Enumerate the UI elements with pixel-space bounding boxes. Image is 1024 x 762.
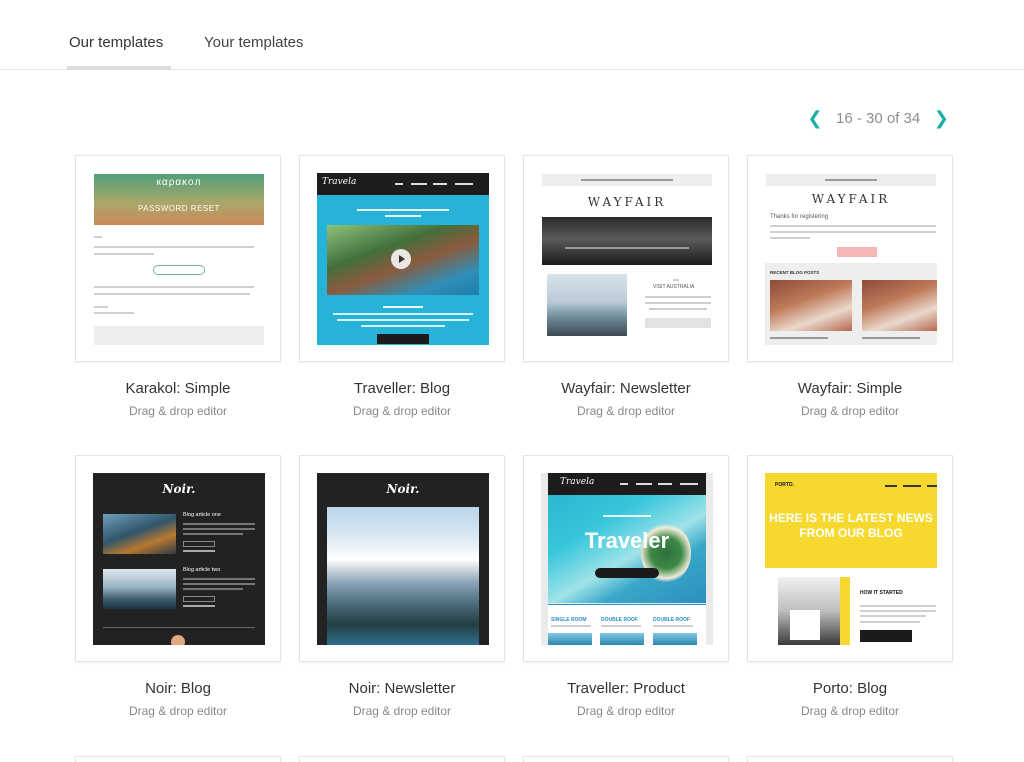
template-preview: WAYFAIR Thanks for registering RECENT BL… (765, 173, 937, 345)
template-subtitle: Drag & drop editor (576, 704, 676, 718)
preview-button (837, 247, 877, 257)
preview-logo: Travela (322, 177, 357, 187)
preview-article-title: Blog article one (183, 512, 221, 518)
template-card-porto-blog[interactable]: PORTO. HERE IS THE LATEST NEWS FROM OUR … (747, 455, 953, 662)
preview-nav: Travela (317, 173, 489, 195)
preview-button (645, 318, 711, 328)
template-subtitle: Drag & drop editor (352, 704, 452, 718)
template-title: Wayfair: Simple (797, 380, 903, 397)
preview-photo (770, 280, 852, 331)
preview-greeting: Thanks for registering (770, 214, 829, 220)
preview-banner: кαρακοл PASSWORD RESET (94, 174, 264, 225)
template-title: Traveller: Blog (353, 380, 451, 397)
template-title: Wayfair: Newsletter (561, 380, 691, 397)
template-title: Porto: Blog (812, 680, 888, 697)
template-subtitle: Drag & drop editor (800, 404, 900, 418)
template-subtitle: Drag & drop editor (352, 404, 452, 418)
template-preview: кαρακοл PASSWORD RESET (93, 173, 265, 345)
template-title: Karakol: Simple (125, 380, 231, 397)
preview-heading: HERE IS THE LATEST NEWS FROM OUR BLOG (769, 511, 933, 540)
preview-photo (548, 633, 592, 645)
preview-brand: кαρακοл (156, 177, 202, 188)
template-card-partial[interactable] (747, 756, 953, 762)
template-preview: Travela Traveler SINGLE ROOM DOUBLE ROOF… (541, 473, 713, 645)
preview-photo (103, 569, 176, 609)
template-preview: Travela (317, 173, 489, 345)
template-preview: Noir. (317, 473, 489, 645)
template-card-wayfair-newsletter[interactable]: WAYFAIR VISIT AUSTRALIA (523, 155, 729, 362)
pagination: ❮ 16 - 30 of 34 ❯ (806, 108, 950, 128)
template-card-partial[interactable] (523, 756, 729, 762)
preview-caption: VISIT AUSTRALIA (653, 284, 695, 290)
preview-button (595, 568, 659, 578)
preview-button (860, 630, 912, 642)
template-title: Traveller: Product (567, 680, 685, 697)
preview-logo: WAYFAIR (587, 195, 667, 209)
preview-button (153, 265, 205, 275)
preview-heading: Traveler (584, 528, 670, 553)
template-title: Noir: Newsletter (348, 680, 456, 697)
template-card-traveller-product[interactable]: Travela Traveler SINGLE ROOM DOUBLE ROOF… (523, 455, 729, 662)
preview-photo (547, 274, 627, 336)
active-tab-indicator (67, 66, 171, 70)
avatar (171, 635, 185, 645)
chevron-right-icon[interactable]: ❯ (932, 108, 950, 129)
chevron-left-icon[interactable]: ❮ (806, 108, 824, 129)
template-card-partial[interactable] (299, 756, 505, 762)
preview-section: RECENT BLOG POSTS (770, 270, 820, 275)
preview-logo: PORTO. (775, 482, 795, 488)
preview-product-label: SINGLE ROOM (551, 617, 587, 623)
preview-photo (103, 514, 176, 554)
preview-photo (600, 633, 644, 645)
template-preview: WAYFAIR VISIT AUSTRALIA (541, 173, 713, 345)
preview-hero (542, 217, 712, 265)
preview-logo: Noir. (162, 482, 196, 496)
preview-subheading: HOW IT STARTED (860, 590, 903, 596)
preview-logo: Travela (560, 477, 595, 487)
preview-photo (653, 633, 697, 645)
preview-photo (327, 507, 479, 645)
template-card-wayfair-simple[interactable]: WAYFAIR Thanks for registering RECENT BL… (747, 155, 953, 362)
template-preview: Noir. Blog article one Blog article two (93, 473, 265, 645)
preview-logo: Noir. (386, 482, 420, 496)
tab-your-templates[interactable]: Your templates (204, 34, 304, 51)
preview-product-label: DOUBLE ROOF (601, 617, 638, 623)
template-subtitle: Drag & drop editor (128, 704, 228, 718)
template-card-traveller-blog[interactable]: Travela (299, 155, 505, 362)
preview-article-title: Blog article two (183, 567, 221, 573)
template-card-partial[interactable] (75, 756, 281, 762)
preview-button (377, 334, 429, 344)
template-title: Noir: Blog (145, 680, 211, 697)
preview-photo (862, 280, 937, 331)
play-icon (391, 249, 411, 269)
tab-our-templates[interactable]: Our templates (69, 34, 163, 51)
template-card-karakol-simple[interactable]: кαρακοл PASSWORD RESET (75, 155, 281, 362)
preview-heading: PASSWORD RESET (138, 204, 220, 213)
template-card-noir-newsletter[interactable]: Noir. (299, 455, 505, 662)
template-tabs: Our templates Your templates (0, 0, 1024, 70)
template-subtitle: Drag & drop editor (800, 704, 900, 718)
pagination-range: 16 - 30 of 34 (836, 109, 921, 127)
template-preview: PORTO. HERE IS THE LATEST NEWS FROM OUR … (765, 473, 937, 645)
template-subtitle: Drag & drop editor (576, 404, 676, 418)
preview-product-label: DOUBLE ROOF (653, 617, 690, 623)
preview-nav: Travela (548, 473, 706, 495)
template-card-noir-blog[interactable]: Noir. Blog article one Blog article two (75, 455, 281, 662)
preview-logo: WAYFAIR (811, 192, 891, 206)
template-subtitle: Drag & drop editor (128, 404, 228, 418)
preview-footer (94, 326, 264, 345)
